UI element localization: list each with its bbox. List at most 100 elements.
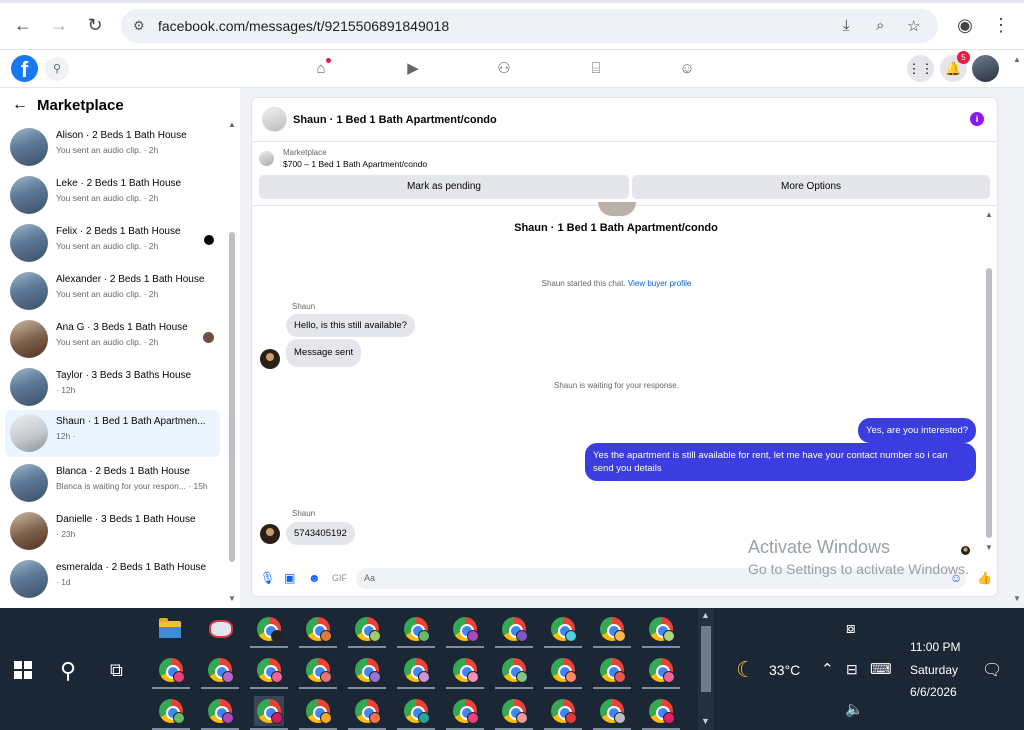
more-options-button[interactable]: More Options [632,175,990,199]
incoming-message[interactable]: Message sent [286,339,362,367]
conversation-item[interactable]: Felix · 2 Beds 1 Bath House You sent an … [5,220,220,267]
scrollbar-thumb[interactable] [229,232,235,562]
chrome-window-icon[interactable] [397,655,435,689]
search-icon[interactable]: ⚲ [60,658,76,684]
apps-grid-icon[interactable]: ⋮⋮ [907,55,934,82]
friends-icon[interactable]: ⚇ [495,60,513,78]
chrome-window-icon[interactable] [152,655,190,689]
chrome-window-icon[interactable] [299,655,337,689]
snipping-tool-icon[interactable] [205,614,235,644]
conversation-item[interactable]: Leke · 2 Beds 1 Bath House You sent an a… [5,172,220,219]
sticker-icon[interactable]: ☻ [308,571,321,585]
conversation-item[interactable]: esmeralda · 2 Beds 1 Bath House · 1d [5,556,220,603]
mark-as-pending-button[interactable]: Mark as pending [259,175,629,199]
clock-day[interactable]: Saturday [910,663,958,677]
back-arrow-icon[interactable]: ← [12,96,28,114]
scroll-up-icon[interactable]: ▲ [228,120,236,129]
chrome-window-icon[interactable] [348,696,386,730]
chrome-window-icon[interactable] [348,614,386,648]
chrome-window-icon[interactable] [446,655,484,689]
chrome-window-icon[interactable] [397,696,435,730]
profile-icon[interactable]: ◉ [953,13,977,37]
video-icon[interactable]: ▶ [404,60,422,78]
microphone-icon[interactable]: 🎙 [260,571,275,585]
chrome-window-icon[interactable] [446,696,484,730]
incoming-message[interactable]: 5743405192 [286,522,355,545]
chrome-window-icon[interactable] [250,655,288,689]
marketplace-icon[interactable]: ⌸ [587,60,605,78]
address-bar[interactable]: ⚙ facebook.com/messages/t/92155068918490… [121,9,938,43]
gif-icon[interactable]: GIF [332,573,347,583]
clock-time[interactable]: 11:00 PM [910,640,960,654]
groups-icon[interactable]: ☺ [678,60,696,78]
chrome-window-icon[interactable] [544,614,582,648]
reload-icon[interactable]: ↻ [83,13,107,37]
chrome-window-icon[interactable] [299,614,337,648]
chrome-window-icon[interactable] [201,655,239,689]
taskbar-scrollbar[interactable]: ▲ ▼ [698,608,714,730]
chrome-window-icon[interactable] [593,614,631,648]
url-text[interactable]: facebook.com/messages/t/9215506891849018 [158,18,449,34]
weather-temperature[interactable]: 33°C [769,662,800,678]
chrome-window-icon[interactable] [593,696,631,730]
chrome-window-icon[interactable] [544,655,582,689]
listing-price[interactable]: $700 – 1 Bed 1 Bath Apartment/condo [283,159,427,169]
page-scroll-down-icon[interactable]: ▼ [1013,594,1021,603]
chevron-up-icon[interactable]: ⌃ [821,660,834,678]
conversation-item[interactable]: Blanca · 2 Beds 1 Bath House Blanca is w… [5,460,220,507]
account-avatar[interactable] [972,55,999,82]
chrome-window-icon[interactable] [642,655,680,689]
chrome-window-icon[interactable] [642,614,680,648]
chrome-window-icon[interactable] [250,614,288,648]
conversation-item[interactable]: Alexander · 2 Beds 1 Bath House You sent… [5,268,220,315]
task-view-icon[interactable]: ⧉ [110,660,123,681]
thumbs-up-icon[interactable]: 👍 [977,571,992,585]
notification-center-icon[interactable]: 🗨 [982,660,1002,680]
chrome-window-icon[interactable] [348,655,386,689]
chat-scrollbar[interactable]: ▲ ▼ [984,210,994,555]
chrome-window-icon[interactable] [201,696,239,730]
network-icon[interactable]: ⊟ [846,661,858,678]
keyboard-icon[interactable]: ⌨ [870,660,892,678]
sender-avatar[interactable] [260,349,280,369]
scroll-down-icon[interactable]: ▼ [985,543,993,552]
facebook-logo[interactable]: f [11,55,38,82]
conversation-item[interactable]: Alison · 2 Beds 1 Bath House You sent an… [5,124,220,171]
chrome-window-icon[interactable] [495,614,533,648]
menu-dots-icon[interactable]: ⋮ [989,13,1013,37]
scroll-down-icon[interactable]: ▼ [701,716,710,726]
view-buyer-profile-link[interactable]: View buyer profile [628,279,691,288]
bookmark-star-icon[interactable]: ☆ [907,17,920,35]
conversation-item[interactable]: Taylor · 3 Beds 3 Baths House · 12h [5,364,220,411]
scroll-up-icon[interactable]: ▲ [701,610,710,620]
conversation-item-active[interactable]: Shaun · 1 Bed 1 Bath Apartmen... 12h · [5,410,220,457]
chrome-window-icon[interactable] [593,655,631,689]
scroll-down-icon[interactable]: ▼ [228,594,236,603]
conversation-item[interactable]: Ana G · 3 Beds 1 Bath House You sent an … [5,316,220,363]
clock-date[interactable]: 6/6/2026 [910,685,957,699]
sender-avatar[interactable] [260,524,280,544]
chrome-window-icon[interactable] [495,655,533,689]
chrome-window-icon-active[interactable] [250,696,288,730]
forward-arrow-icon[interactable]: → [47,13,71,37]
chrome-window-icon[interactable] [299,696,337,730]
search-icon[interactable]: ⚲ [45,57,69,81]
volume-icon[interactable]: 🔈 [845,700,864,718]
site-info-icon[interactable]: ⚙ [133,18,145,34]
chrome-window-icon[interactable] [152,696,190,730]
outgoing-message[interactable]: Yes, are you interested? [858,418,977,443]
chrome-window-icon[interactable] [446,614,484,648]
scrollbar-thumb[interactable] [986,268,992,538]
file-explorer-icon[interactable] [159,618,181,638]
install-app-icon[interactable]: ⤓ [843,17,850,34]
meet-now-icon[interactable]: ⧇ [846,620,856,637]
windows-start-icon[interactable] [14,661,32,679]
zoom-icon[interactable]: ⌕ [876,17,884,34]
sidebar-scrollbar[interactable]: ▲ ▼ [228,120,236,608]
conversation-item[interactable]: Danielle · 3 Beds 1 Bath House · 23h [5,508,220,555]
weather-moon-icon[interactable]: ☾ [736,657,756,683]
chrome-window-icon[interactable] [495,696,533,730]
chrome-window-icon[interactable] [642,696,680,730]
chrome-window-icon[interactable] [397,614,435,648]
chat-header-title[interactable]: Shaun · 1 Bed 1 Bath Apartment/condo [293,114,497,126]
